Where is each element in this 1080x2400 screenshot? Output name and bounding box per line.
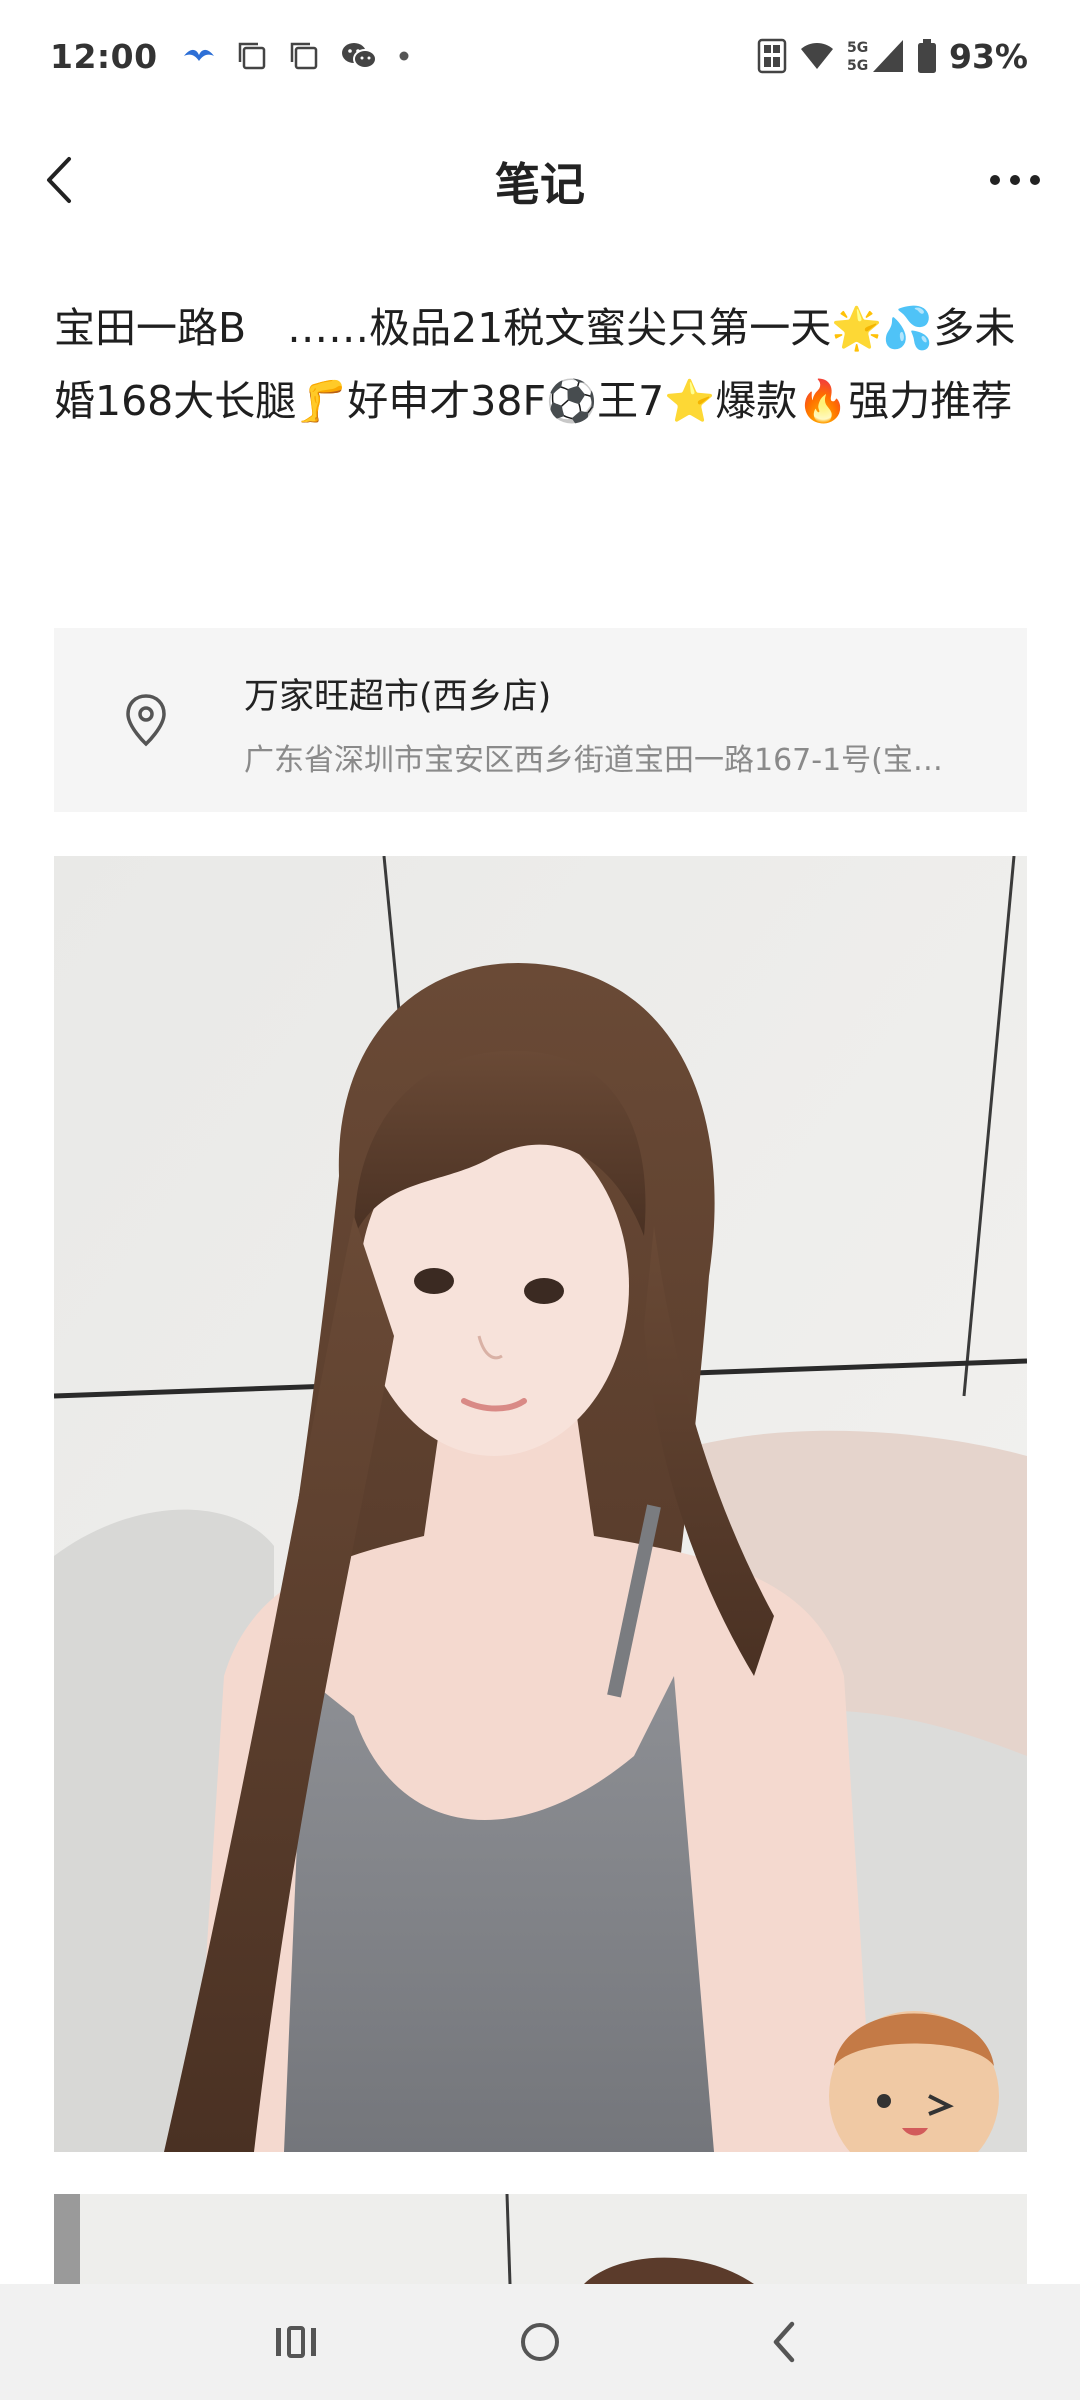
system-back-button[interactable] xyxy=(754,2312,814,2372)
bird-app-icon xyxy=(182,46,216,66)
more-button[interactable] xyxy=(980,150,1050,210)
recents-button[interactable] xyxy=(266,2312,326,2372)
page-title: 笔记 xyxy=(494,157,585,211)
wifi-icon xyxy=(799,41,835,71)
location-address: 广东省深圳市宝安区西乡街道宝田一路167-1号(宝… xyxy=(244,743,943,778)
post-photo-2[interactable] xyxy=(54,2194,1027,2284)
screen: 12:00 5G 5G 93% 笔记 宝田一路B ……极品21税文蜜尖只第一天🌟… xyxy=(0,0,1080,2400)
post-text: 宝田一路B ……极品21税文蜜尖只第一天🌟💦多未婚168大长腿🦵好申才38F⚽王… xyxy=(54,304,1016,425)
signal-5g-icon: 5G 5G xyxy=(847,36,905,76)
status-left: 12:00 xyxy=(50,37,430,76)
back-button[interactable] xyxy=(28,150,88,210)
map-pin-icon xyxy=(116,690,176,750)
photo-image xyxy=(54,856,1027,2152)
wechat-icon xyxy=(340,40,378,72)
dot-icon xyxy=(398,50,410,62)
photo-image-2 xyxy=(54,2194,1027,2284)
chevron-left-icon xyxy=(47,157,71,203)
battery-percentage: 93% xyxy=(949,36,1028,76)
header: 笔记 xyxy=(0,112,1080,248)
home-icon xyxy=(521,2323,559,2361)
status-bar: 12:00 5G 5G 93% xyxy=(0,0,1080,112)
status-time: 12:00 xyxy=(50,36,158,76)
back-icon xyxy=(773,2321,795,2363)
copy-icon xyxy=(236,40,268,72)
recents-icon xyxy=(276,2326,316,2358)
navigation-bar xyxy=(0,2284,1080,2400)
signal-label-top: 5G xyxy=(847,40,868,56)
home-button[interactable] xyxy=(510,2312,570,2372)
post-photo[interactable] xyxy=(54,856,1027,2152)
more-horizontal-icon xyxy=(990,175,1040,185)
status-right: 5G 5G 93% xyxy=(757,36,1028,76)
copy-icon xyxy=(288,40,320,72)
battery-icon xyxy=(917,38,937,74)
location-name: 万家旺超市(西乡店) xyxy=(244,677,552,717)
signal-label-bottom: 5G xyxy=(847,58,868,74)
location-card[interactable]: 万家旺超市(西乡店) 广东省深圳市宝安区西乡街道宝田一路167-1号(宝… xyxy=(54,628,1027,812)
nfc-icon xyxy=(757,38,787,74)
